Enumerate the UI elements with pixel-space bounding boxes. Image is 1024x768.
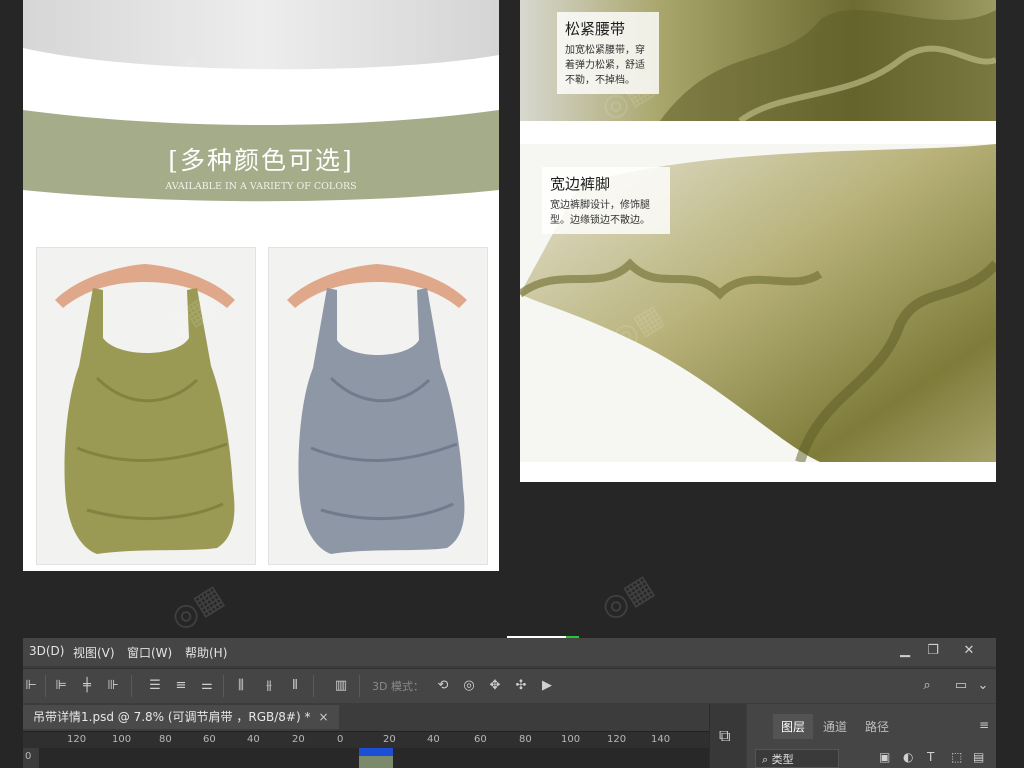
document-tab-bar: 吊带详情1.psd @ 7.8% (可调节肩带 ，RGB/8#) * × (23, 705, 703, 729)
chevron-down-icon[interactable]: ⌄ (975, 678, 991, 694)
ruler-tick: 120 (67, 734, 87, 745)
3d-pan-icon[interactable]: ✥ (487, 678, 503, 694)
auto-align-icon[interactable]: ▥ (333, 678, 349, 694)
separator (359, 675, 360, 697)
minimize-icon[interactable]: ▁ (893, 641, 917, 661)
align-horizontal-centers-icon[interactable]: ╪ (79, 678, 95, 694)
hem-caption-title: 宽边裤脚 (550, 175, 611, 193)
distribute-top-icon[interactable]: ☰ (147, 678, 163, 694)
close-icon[interactable]: ✕ (957, 641, 981, 661)
horizontal-ruler: 120 100 80 60 40 20 0 20 40 60 80 100 12… (23, 731, 713, 748)
menu-help[interactable]: 帮助(H) (185, 644, 227, 661)
filter-shape-icon[interactable]: ⬚ (951, 750, 962, 764)
separator (313, 675, 314, 697)
color-options-panel: [多种颜色可选] AVAILABLE IN A VARIETY OF COLOR… (23, 0, 499, 571)
menu-3d[interactable]: 3D(D) (29, 644, 64, 658)
banner-title: [多种颜色可选] (168, 146, 354, 175)
3d-scale-icon[interactable]: ▶ (539, 678, 555, 694)
collapsed-panel-strip: ⧉ (709, 704, 746, 768)
tab-paths[interactable]: 路径 (857, 714, 897, 739)
separator (45, 675, 46, 697)
ruler-tick: 80 (159, 734, 172, 745)
3d-roll-icon[interactable]: ◎ (461, 678, 477, 694)
menu-window[interactable]: 窗口(W) (127, 644, 172, 661)
hem-caption: 宽边裤脚 宽边裤脚设计，修饰腿型。边缘锁边不散边。 (542, 167, 670, 234)
waistband-detail-image: 松紧腰带 加宽松紧腰带，穿着弹力松紧，舒适不勒，不掉档。 (520, 0, 996, 121)
separator (131, 675, 132, 697)
restore-icon[interactable]: ❐ (921, 641, 945, 661)
ruler-tick: 0 (337, 734, 344, 745)
tab-channels[interactable]: 通道 (815, 714, 855, 739)
waistband-caption-body: 加宽松紧腰带，穿着弹力松紧，舒适不勒，不掉档。 (565, 45, 645, 86)
ruler-tick: 140 (651, 734, 671, 745)
3d-orbit-icon[interactable]: ⟲ (435, 678, 451, 694)
filter-pixel-icon[interactable]: ▣ (879, 750, 890, 764)
ruler-tick: 40 (247, 734, 260, 745)
panel-menu-icon[interactable]: ≡ (979, 718, 989, 732)
waistband-caption-title: 松紧腰带 (565, 20, 626, 38)
align-left-icon[interactable]: ⊫ (53, 678, 69, 694)
workspace-icon[interactable]: ▭ (953, 678, 969, 694)
ruler-tick: 80 (519, 734, 532, 745)
product-card-blue-gray (268, 247, 488, 565)
ruler-tick: 100 (561, 734, 581, 745)
tab-layers[interactable]: 图层 (773, 714, 814, 739)
canvas-artboard-thumbnail[interactable] (359, 748, 393, 768)
vertical-ruler-tick: 0 (25, 751, 32, 762)
distribute-right-icon[interactable]: ⫴ (287, 678, 303, 694)
distribute-bottom-icon[interactable]: ⚌ (199, 678, 215, 694)
document-tab[interactable]: 吊带详情1.psd @ 7.8% (可调节肩带 ，RGB/8#) * × (23, 705, 339, 729)
options-bar: ⊩ ⊫ ╪ ⊪ ☰ ≡ ⚌ ⫼ ⫵ ⫴ ▥ 3D 模式： ⟲ ◎ ✥ ✣ ▶ ⌕… (23, 668, 996, 703)
top-wave-decoration (23, 0, 499, 70)
distribute-horizontal-centers-icon[interactable]: ⫵ (261, 678, 277, 694)
filter-smart-object-icon[interactable]: ▤ (973, 750, 984, 764)
document-tab-title: 吊带详情1.psd @ 7.8% (可调节肩带 ，RGB/8#) * (33, 710, 311, 724)
ruler-tick: 60 (474, 734, 487, 745)
filter-type-icon[interactable]: T (927, 750, 934, 764)
artboard-badge-icon (359, 748, 393, 756)
product-card-olive (36, 247, 256, 565)
camisole-olive-image (55, 264, 235, 554)
menu-bar: 3D(D) 视图(V) 窗口(W) 帮助(H) ▁ ❐ ✕ (23, 638, 996, 666)
ruler-tick: 60 (203, 734, 216, 745)
fabric-detail-panel: 松紧腰带 加宽松紧腰带，穿着弹力松紧，舒适不勒，不掉档。 宽边裤脚 宽边裤脚设计… (520, 0, 996, 482)
align-right-icon[interactable]: ⊪ (105, 678, 121, 694)
ruler-tick: 120 (607, 734, 627, 745)
menu-view[interactable]: 视图(V) (73, 644, 115, 661)
document-canvas[interactable] (39, 748, 713, 768)
ruler-tick: 40 (427, 734, 440, 745)
photoshop-window: 3D(D) 视图(V) 窗口(W) 帮助(H) ▁ ❐ ✕ ⊩ ⊫ ╪ ⊪ ☰ … (23, 638, 996, 768)
hem-caption-body: 宽边裤脚设计，修饰腿型。边缘锁边不散边。 (550, 200, 650, 226)
filter-adjustment-icon[interactable]: ◐ (903, 750, 913, 764)
watermark-logo-icon: ◎▦ (164, 578, 230, 637)
ruler-tick: 100 (112, 734, 132, 745)
distribute-vertical-centers-icon[interactable]: ≡ (173, 678, 189, 694)
align-left-edges-icon[interactable]: ⊩ (23, 678, 39, 694)
camisole-blue-gray-image (287, 264, 467, 554)
layer-filter-value: 类型 (771, 753, 794, 766)
layers-panel: 图层 通道 路径 ≡ ⌕ 类型 ▣ ◐ T ⬚ ▤ (747, 704, 996, 768)
watermark-logo-icon: ◎▦ (594, 568, 660, 627)
3d-mode-label: 3D 模式： (372, 680, 424, 693)
document-close-icon[interactable]: × (318, 710, 328, 724)
layer-filter-select[interactable]: ⌕ 类型 (755, 749, 839, 768)
search-icon[interactable]: ⌕ (919, 678, 935, 694)
3d-slide-icon[interactable]: ✣ (513, 678, 529, 694)
waistband-caption: 松紧腰带 加宽松紧腰带，穿着弹力松紧，舒适不勒，不掉档。 (557, 12, 659, 94)
banner-subtitle: AVAILABLE IN A VARIETY OF COLORS (165, 181, 357, 192)
distribute-left-icon[interactable]: ⫼ (233, 678, 249, 694)
hem-detail-image: 宽边裤脚 宽边裤脚设计，修饰腿型。边缘锁边不散边。 (520, 144, 996, 462)
ruler-tick: 20 (383, 734, 396, 745)
separator (223, 675, 224, 697)
ruler-tick: 20 (292, 734, 305, 745)
history-icon[interactable]: ⧉ (719, 726, 730, 746)
